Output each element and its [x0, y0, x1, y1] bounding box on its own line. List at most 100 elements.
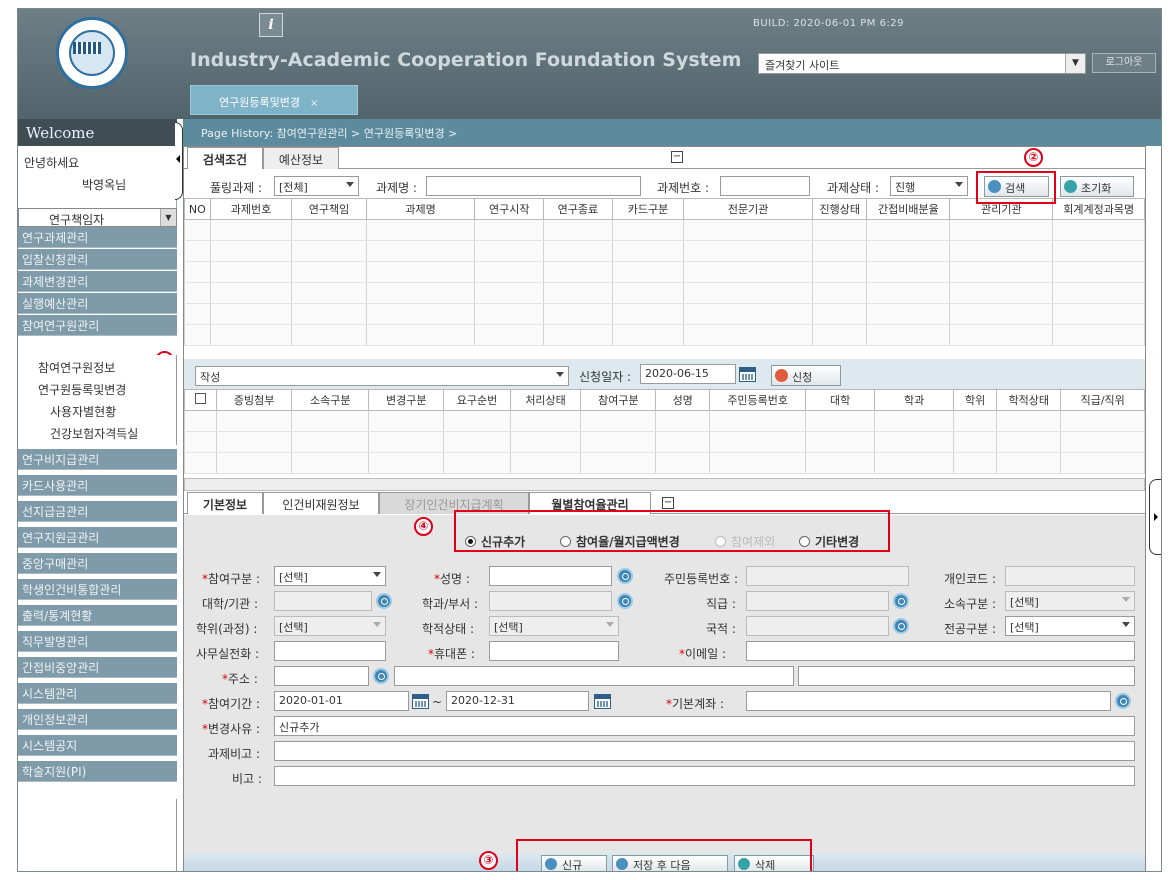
column-header[interactable]: 처리상태	[509, 389, 582, 411]
sidebar-item[interactable]: 개인정보관리	[18, 709, 177, 730]
horizontal-scrollbar[interactable]	[184, 478, 1145, 491]
change-reason-input[interactable]: 신규추가	[274, 716, 1135, 736]
sidebar-item[interactable]: 학술지원(PI)	[18, 761, 177, 782]
column-header[interactable]: 과제명	[365, 198, 476, 220]
column-header[interactable]: 연구종료	[543, 198, 613, 220]
bank-account-input[interactable]	[746, 691, 1111, 711]
search-icon[interactable]	[617, 568, 633, 584]
tab-basic-info[interactable]: 기본정보	[187, 492, 263, 514]
resident-number-input[interactable]	[746, 566, 909, 586]
sidebar-item[interactable]: 선지급금관리	[18, 501, 177, 522]
select-all-checkbox[interactable]	[183, 389, 218, 411]
search-icon[interactable]	[373, 668, 389, 684]
column-header[interactable]: 직급/직위	[1060, 389, 1145, 411]
logout-button[interactable]: 로그아웃	[1092, 53, 1156, 73]
table-row[interactable]	[184, 240, 1145, 262]
tab-search-conditions[interactable]: 검색조건	[187, 147, 263, 169]
column-header[interactable]: 소속구분	[291, 389, 370, 411]
column-header[interactable]: 연구책임	[291, 198, 367, 220]
column-header[interactable]: 대학	[805, 389, 875, 411]
column-header[interactable]: 학과	[873, 389, 955, 411]
column-header[interactable]: 과제번호	[209, 198, 293, 220]
sidebar-item[interactable]: 시스템공지	[18, 735, 177, 756]
address-input[interactable]	[394, 666, 794, 686]
table-row[interactable]	[184, 324, 1145, 346]
mobile-input[interactable]	[489, 641, 619, 661]
sidebar-item[interactable]: 입찰신청관리	[18, 249, 177, 270]
search-icon[interactable]	[893, 593, 909, 609]
column-header[interactable]: 학위	[953, 389, 998, 411]
degree-select[interactable]: [선택]	[274, 616, 386, 636]
sidebar-item[interactable]: 직무발명관리	[18, 631, 177, 652]
department-input[interactable]	[489, 591, 612, 611]
search-icon[interactable]	[617, 593, 633, 609]
project-status-select[interactable]: 진행	[890, 176, 968, 196]
period-start-input[interactable]: 2020-01-01	[274, 691, 409, 711]
favorites-select[interactable]: 즐겨찾기 사이트 ▼	[758, 53, 1086, 74]
name-input[interactable]	[489, 566, 612, 586]
sidebar-collapse-handle[interactable]	[175, 122, 183, 200]
zip-input[interactable]	[274, 666, 369, 686]
period-end-input[interactable]: 2020-12-31	[446, 691, 589, 711]
reset-button[interactable]: 초기화	[1060, 176, 1134, 197]
calendar-icon[interactable]	[739, 367, 756, 382]
column-header[interactable]: 성명	[655, 389, 710, 411]
column-header[interactable]: 카드구분	[611, 198, 685, 220]
sidebar-item[interactable]: 연구비지급관리	[18, 449, 177, 470]
sidebar-subitem[interactable]: 건강보험자격득실	[34, 424, 174, 443]
sidebar-subitem[interactable]: 참여연구원정보	[38, 358, 178, 377]
column-header[interactable]: 변경구분	[368, 389, 445, 411]
column-header[interactable]: NO	[184, 198, 211, 220]
panel-expand-handle[interactable]	[1149, 479, 1161, 555]
column-header[interactable]: 학적상태	[996, 389, 1062, 411]
project-note-input[interactable]	[274, 741, 1135, 761]
column-header[interactable]: 주민등록번호	[708, 389, 807, 411]
tab-researcher-register[interactable]: 연구원등록및변경 ×	[190, 85, 358, 115]
table-row[interactable]	[184, 282, 1145, 304]
sidebar-item[interactable]: 출력/통계현황	[18, 605, 177, 626]
column-header[interactable]: 증빙첨부	[216, 389, 293, 411]
column-header[interactable]: 요구순번	[443, 389, 511, 411]
sidebar-item[interactable]: 참여연구원관리	[18, 315, 177, 336]
sidebar-item[interactable]: 카드사용관리	[18, 475, 177, 496]
pooling-select[interactable]: [전체]	[274, 176, 359, 196]
column-header[interactable]: 참여구분	[580, 389, 657, 411]
collapse-icon[interactable]: −	[662, 497, 674, 509]
column-header[interactable]: 간접비배분율	[866, 198, 951, 220]
table-row[interactable]	[183, 410, 1145, 432]
nationality-input[interactable]	[746, 616, 889, 636]
column-header[interactable]: 회계계정과목명	[1052, 198, 1145, 220]
table-row[interactable]	[184, 219, 1145, 241]
collapse-icon[interactable]: −	[671, 151, 683, 163]
tab-budget-info[interactable]: 예산정보	[263, 147, 339, 169]
role-select[interactable]: 연구책임자 ▼	[18, 208, 177, 227]
project-no-input[interactable]	[720, 176, 810, 196]
sidebar-item[interactable]: 연구지원금관리	[18, 527, 177, 548]
request-type-select[interactable]: 작성	[195, 366, 569, 386]
table-row[interactable]	[184, 261, 1145, 283]
email-input[interactable]	[746, 641, 1135, 661]
sidebar-subitem[interactable]: 사용자별현황	[34, 402, 174, 421]
project-name-input[interactable]	[426, 176, 641, 196]
major-select[interactable]: [선택]	[1005, 616, 1135, 636]
sidebar-subitem[interactable]: 연구원등록및변경	[34, 380, 174, 399]
academic-status-select[interactable]: [선택]	[489, 616, 619, 636]
participation-type-select[interactable]: [선택]	[274, 566, 386, 586]
sidebar-item[interactable]: 시스템관리	[18, 683, 177, 704]
close-icon[interactable]: ×	[310, 98, 318, 109]
note-input[interactable]	[274, 766, 1135, 786]
university-input[interactable]	[274, 591, 372, 611]
sidebar-item[interactable]: 실행예산관리	[18, 293, 177, 314]
sidebar-item[interactable]: 연구과제관리	[18, 227, 177, 248]
office-phone-input[interactable]	[274, 641, 386, 661]
grade-input[interactable]	[746, 591, 889, 611]
table-row[interactable]	[184, 303, 1145, 325]
affiliation-select[interactable]: [선택]	[1005, 591, 1135, 611]
search-icon[interactable]	[1115, 693, 1131, 709]
sidebar-item[interactable]: 과제변경관리	[18, 271, 177, 292]
info-icon[interactable]: i	[259, 13, 283, 37]
address-detail-input[interactable]	[798, 666, 1135, 686]
sidebar-item[interactable]: 학생인건비통합관리	[18, 579, 177, 600]
search-icon[interactable]	[376, 593, 392, 609]
apply-button[interactable]: 신청	[771, 365, 841, 386]
